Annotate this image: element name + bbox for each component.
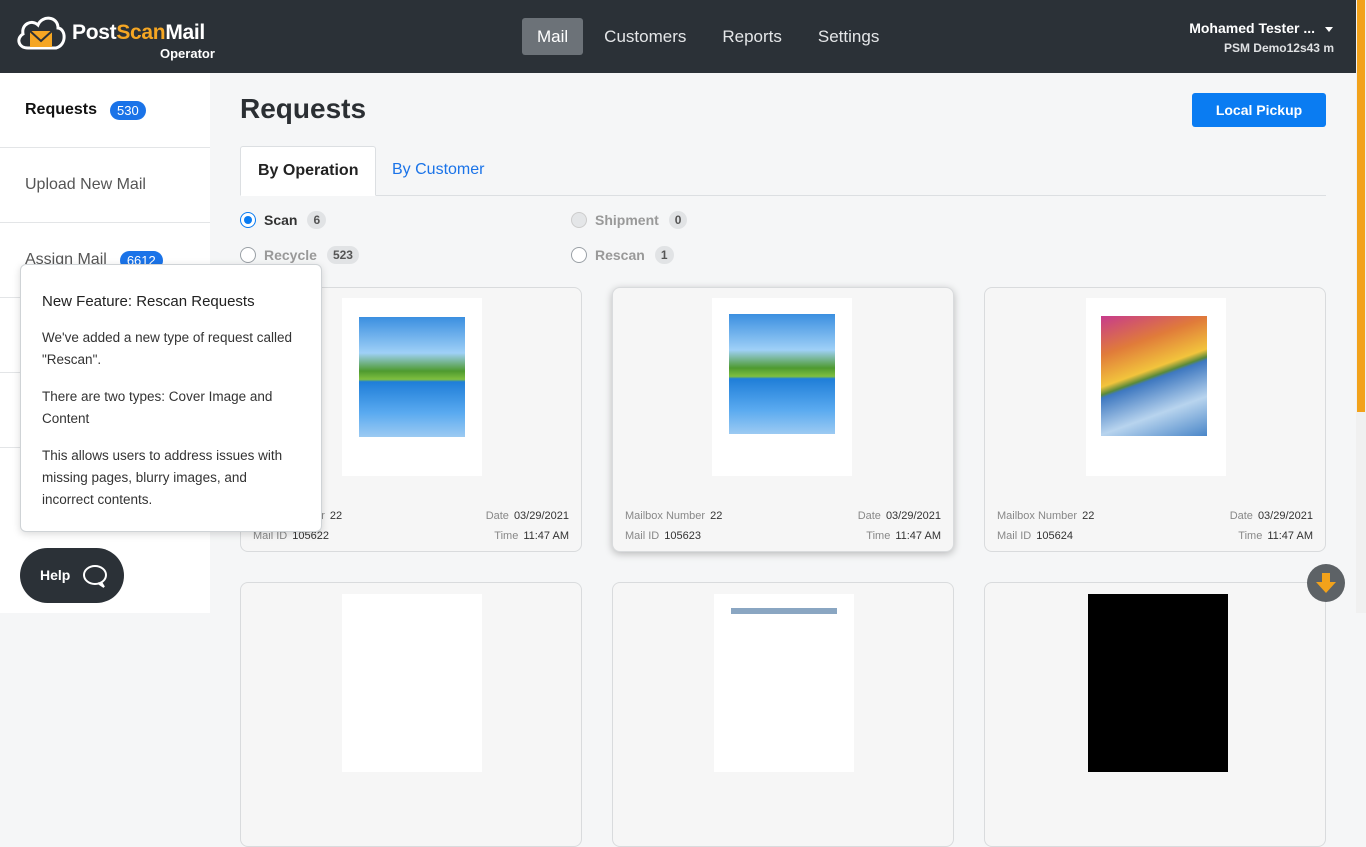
mail-date: Date 03/29/2021 xyxy=(857,510,941,522)
sidebar-item-requests[interactable]: Requests 530 xyxy=(0,73,210,148)
mailbox-number: Mailbox Number 22 xyxy=(625,510,723,522)
radio-icon xyxy=(571,247,587,263)
request-tabs: By Operation By Customer xyxy=(240,146,1326,196)
mailbox-number: Mailbox Number 22 xyxy=(997,510,1095,522)
chat-bubble-icon xyxy=(83,565,107,588)
mail-image xyxy=(1101,316,1207,436)
user-menu[interactable]: Mohamed Tester ... PSM Demo12s43 m xyxy=(1189,20,1334,55)
filter-rescan[interactable]: Rescan 1 xyxy=(571,246,674,264)
nav-customers[interactable]: Customers xyxy=(589,18,701,55)
mail-thumbnail xyxy=(712,298,852,476)
mail-thumbnail xyxy=(1088,594,1228,772)
popover-title: New Feature: Rescan Requests xyxy=(42,293,255,310)
sidebar-item-label: Requests xyxy=(25,101,98,118)
scrollbar-thumb[interactable] xyxy=(1357,0,1365,412)
mail-thumbnail xyxy=(1086,298,1226,476)
filter-label: Scan xyxy=(264,212,298,228)
top-navbar: PostScanMail Operator Mail Customers Rep… xyxy=(0,0,1366,73)
popover-text: There are two types: Cover Image and Con… xyxy=(42,389,273,426)
main-content: Requests Local Pickup By Operation By Cu… xyxy=(210,73,1356,847)
mail-date: Date 03/29/2021 xyxy=(1229,510,1313,522)
popover-text: We've added a new type of request called… xyxy=(42,330,292,367)
mail-id: Mail ID 105623 xyxy=(625,530,701,542)
count-badge: 530 xyxy=(110,100,146,120)
caret-down-icon xyxy=(1325,26,1333,32)
count-badge: 0 xyxy=(668,211,688,229)
filter-scan[interactable]: Scan 6 xyxy=(240,211,327,229)
mail-thumbnail xyxy=(342,298,482,476)
mail-time: Time 11:47 AM xyxy=(866,530,941,542)
nav-reports[interactable]: Reports xyxy=(707,18,797,55)
mail-card[interactable]: Mailbox Number 22 Date 03/29/2021 Mail ID 1… xyxy=(612,287,954,552)
mail-thumbnail xyxy=(342,594,482,772)
main-nav: Mail Customers Reports Settings xyxy=(522,18,900,55)
mail-time: Time 11:47 AM xyxy=(1238,530,1313,542)
tab-by-operation[interactable]: By Operation xyxy=(240,146,377,196)
mail-card[interactable]: Mailbox Number 22 Date 03/29/2021 Mail ID 1… xyxy=(984,287,1326,552)
local-pickup-button[interactable]: Local Pickup xyxy=(1192,93,1326,127)
filter-shipment: Shipment 0 xyxy=(571,211,688,229)
mail-card[interactable] xyxy=(984,582,1326,847)
scroll-down-button[interactable] xyxy=(1307,564,1345,602)
page-scrollbar[interactable] xyxy=(1356,0,1366,613)
tab-by-customer[interactable]: By Customer xyxy=(375,146,501,196)
mail-time: Time 11:47 AM xyxy=(494,530,569,542)
mail-card[interactable] xyxy=(240,582,582,847)
count-badge: 523 xyxy=(326,246,359,264)
radio-icon xyxy=(240,212,256,228)
arrow-down-icon xyxy=(1316,573,1336,593)
app-logo[interactable]: PostScanMail Operator xyxy=(14,12,224,64)
sidebar-item-upload-new-mail[interactable]: Upload New Mail xyxy=(0,148,210,223)
count-badge: 6 xyxy=(307,211,327,229)
app-name: PostScanMail xyxy=(72,21,205,44)
mail-id: Mail ID 105624 xyxy=(997,530,1073,542)
nav-mail[interactable]: Mail xyxy=(522,18,584,55)
mail-card[interactable] xyxy=(612,582,954,847)
mail-date: Date 03/29/2021 xyxy=(485,510,569,522)
user-name: Mohamed Tester ... xyxy=(1189,20,1315,36)
cloud-envelope-icon xyxy=(17,16,66,50)
help-label: Help xyxy=(40,567,71,583)
popover-text: This allows users to address issues with… xyxy=(42,448,283,507)
sidebar-item-label: Upload New Mail xyxy=(25,176,146,193)
filter-label: Shipment xyxy=(595,212,659,228)
filter-recycle[interactable]: Recycle 523 xyxy=(240,246,359,264)
mail-image xyxy=(359,317,465,437)
mail-image xyxy=(729,314,835,434)
nav-settings[interactable]: Settings xyxy=(803,18,894,55)
filter-label: Recycle xyxy=(264,247,317,263)
mail-image xyxy=(731,608,837,614)
radio-icon xyxy=(240,247,256,263)
user-account: PSM Demo12s43 m xyxy=(1223,41,1334,55)
app-subtitle: Operator xyxy=(160,46,215,61)
radio-icon xyxy=(571,212,587,228)
mail-thumbnail xyxy=(714,594,854,772)
new-feature-popover[interactable]: New Feature: Rescan Requests We've added… xyxy=(20,264,322,532)
page-title: Requests xyxy=(240,93,367,124)
count-badge: 1 xyxy=(654,246,674,264)
filter-label: Rescan xyxy=(595,247,645,263)
help-button[interactable]: Help xyxy=(20,548,124,603)
